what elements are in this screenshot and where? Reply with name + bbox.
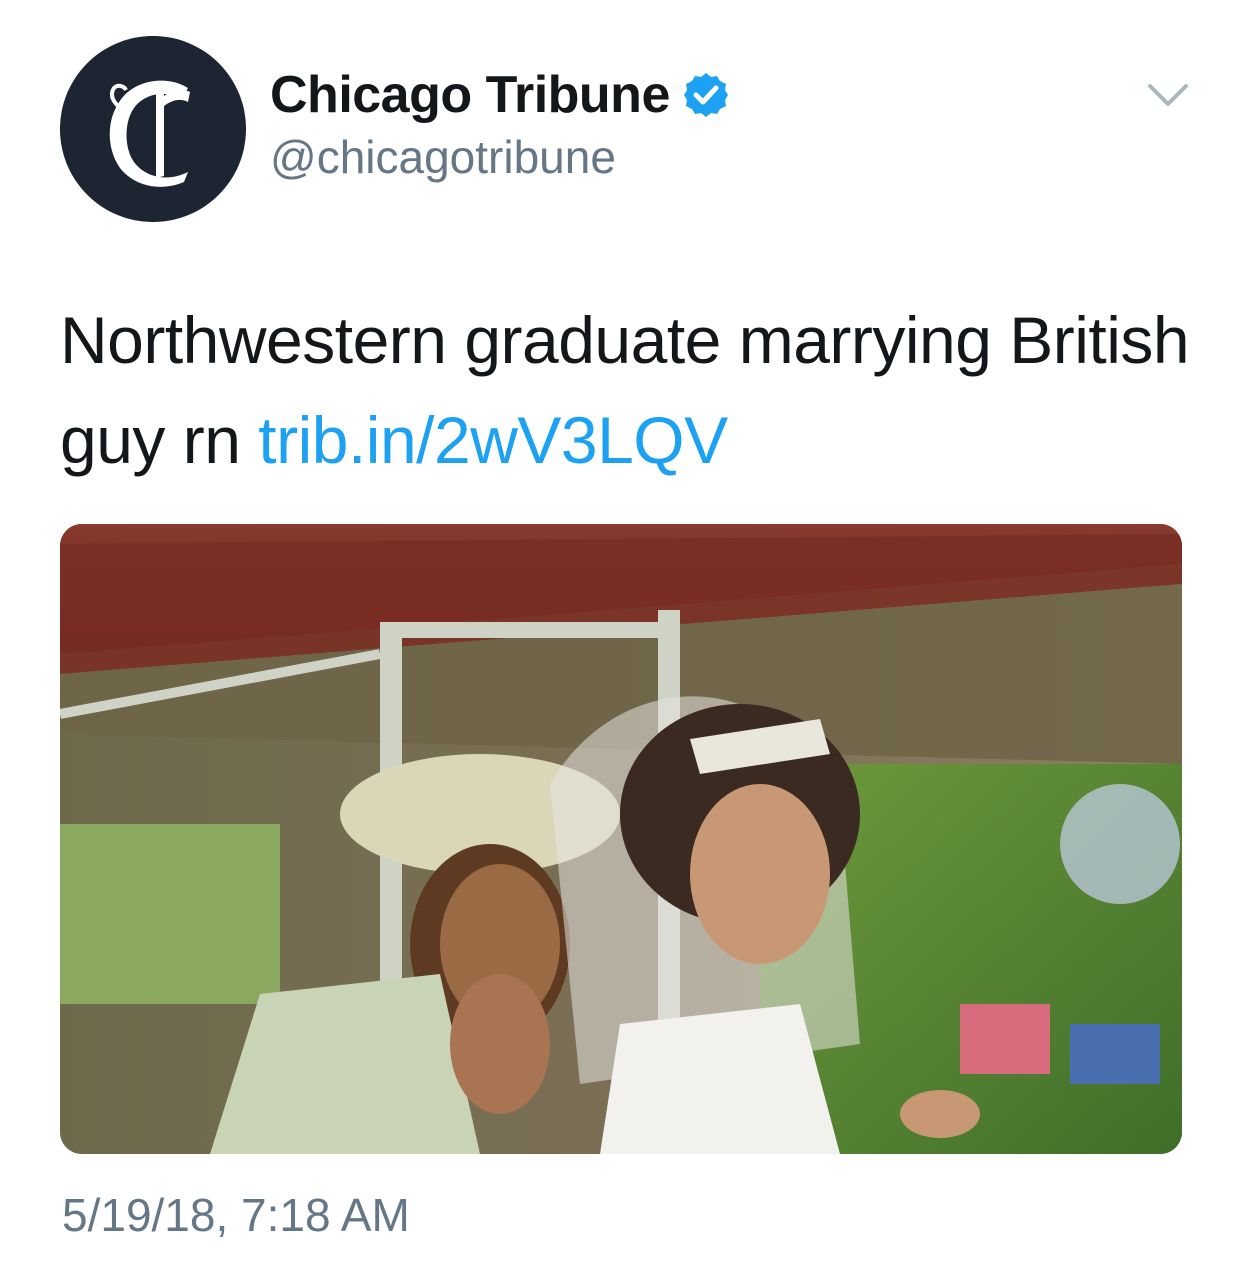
display-name-row: Chicago Tribune [270, 62, 730, 128]
tweet: C Chicago Tribune @chicagotribune Northw… [0, 0, 1242, 1281]
tweet-link[interactable]: trib.in/2wV3LQV [258, 403, 728, 477]
display-name[interactable]: Chicago Tribune [270, 65, 670, 125]
chicago-tribune-logo-icon: C [60, 36, 246, 222]
timestamp[interactable]: 5/19/18, 7:18 AM [62, 1188, 410, 1242]
tweet-photo[interactable] [60, 524, 1182, 1154]
author-names: Chicago Tribune @chicagotribune [270, 62, 730, 184]
avatar[interactable]: C [60, 36, 246, 222]
tweet-text: Northwestern graduate marrying British g… [60, 290, 1190, 490]
verified-badge-icon [683, 73, 728, 117]
handle[interactable]: @chicagotribune [270, 130, 730, 184]
avatar-letter: C [149, 144, 157, 155]
photo-illustration [60, 524, 1182, 1154]
chevron-down-icon[interactable] [1146, 80, 1190, 110]
